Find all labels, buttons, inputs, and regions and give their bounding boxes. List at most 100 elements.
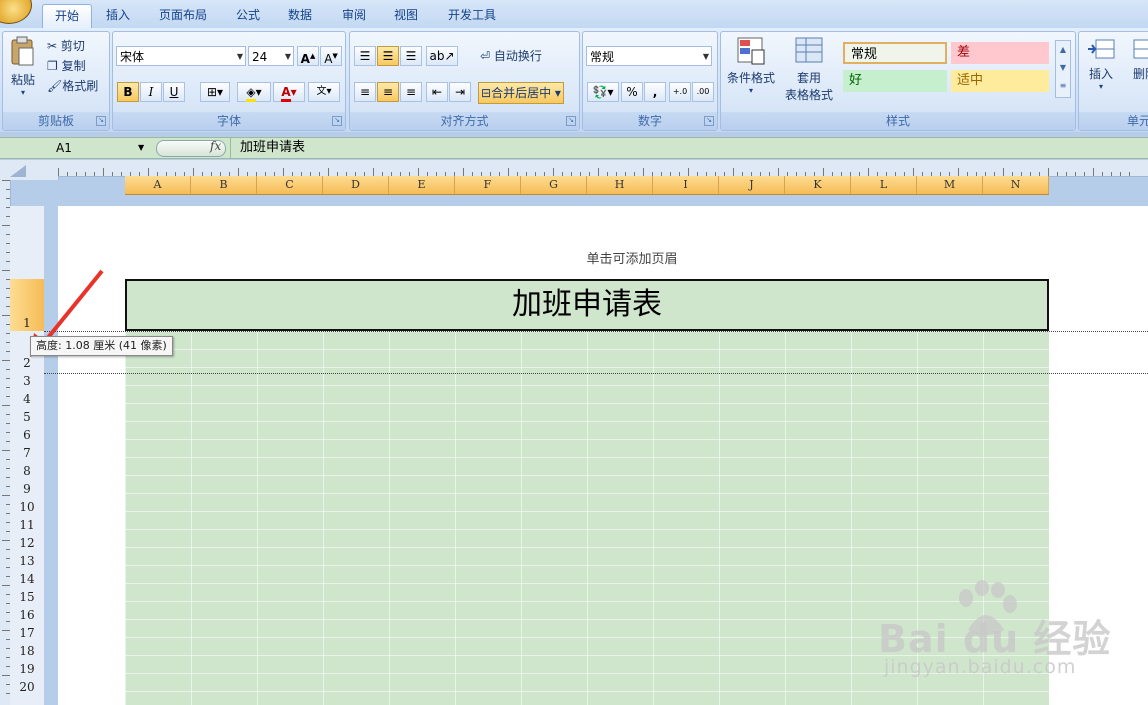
column-header[interactable]: J [719, 176, 785, 194]
row-header[interactable]: 11 [10, 518, 44, 532]
row-header[interactable]: 5 [10, 410, 44, 424]
column-header[interactable]: N [983, 176, 1049, 194]
borders-button[interactable]: ⊞▾ [200, 82, 230, 102]
column-header[interactable]: K [785, 176, 851, 194]
office-button[interactable] [0, 0, 32, 24]
tab-page-layout[interactable]: 页面布局 [147, 4, 219, 28]
insert-cells-label: 插入 [1088, 67, 1113, 81]
merge-center-button[interactable]: ⊟合并后居中 ▾ [478, 82, 564, 104]
ruler-tick [1129, 172, 1130, 176]
row-header[interactable]: 10 [10, 500, 44, 514]
column-header[interactable]: A [125, 176, 191, 194]
style-neutral[interactable]: 适中 [951, 70, 1049, 92]
name-box[interactable]: A1 ▼ [0, 138, 150, 158]
style-good[interactable]: 好 [843, 70, 947, 92]
increase-indent-button[interactable]: ⇥ [449, 82, 471, 102]
align-center-button[interactable]: ≡ [377, 82, 399, 102]
row-header[interactable]: 7 [10, 446, 44, 460]
ruler-tick [2, 180, 10, 181]
format-as-table-button[interactable]: 套用 表格格式 [779, 36, 839, 103]
row-header[interactable]: 17 [10, 626, 44, 640]
column-header[interactable]: H [587, 176, 653, 194]
conditional-formatting-button[interactable]: 条件格式 ▾ [725, 36, 777, 95]
decrease-decimal-button[interactable]: .00 [692, 82, 714, 102]
insert-cells-button[interactable]: 插入 ▾ [1083, 36, 1119, 91]
row-header[interactable]: 12 [10, 536, 44, 550]
decrease-indent-button[interactable]: ⇤ [426, 82, 448, 102]
column-header[interactable]: B [191, 176, 257, 194]
align-right-button[interactable]: ≡ [400, 82, 422, 102]
row-header[interactable]: 19 [10, 662, 44, 676]
column-header[interactable]: F [455, 176, 521, 194]
delete-cells-button[interactable]: 删除 [1127, 36, 1148, 82]
orientation-button[interactable]: ab↗ [426, 46, 458, 66]
row-header[interactable]: 4 [10, 392, 44, 406]
column-header[interactable]: G [521, 176, 587, 194]
align-bottom-button[interactable]: ☰ [400, 46, 422, 66]
column-headers: ABCDEFGHIJKLMN [125, 176, 1049, 195]
tab-review[interactable]: 审阅 [330, 4, 378, 28]
font-size-select[interactable]: 24 ▼ [248, 46, 294, 66]
underline-button[interactable]: U [163, 82, 185, 102]
row-header[interactable]: 16 [10, 608, 44, 622]
alignment-dialog-launcher[interactable]: ↘ [566, 116, 576, 126]
row-header[interactable]: 18 [10, 644, 44, 658]
column-header[interactable]: C [257, 176, 323, 194]
cut-button[interactable]: ✂ 剪切 [47, 36, 85, 56]
fill-color-button[interactable]: ◈▾ [237, 82, 271, 102]
row-header[interactable]: 14 [10, 572, 44, 586]
column-header[interactable]: D [323, 176, 389, 194]
row-header[interactable]: 8 [10, 464, 44, 478]
column-header[interactable]: M [917, 176, 983, 194]
title-cell-a1[interactable]: 加班申请表 [125, 279, 1049, 331]
select-all-corner[interactable] [0, 160, 59, 180]
font-name-select[interactable]: 宋体 ▼ [116, 46, 246, 66]
column-header[interactable]: L [851, 176, 917, 194]
font-color-button[interactable]: A▾ [273, 82, 305, 102]
increase-decimal-button[interactable]: +.0 [669, 82, 691, 102]
wrap-text-button[interactable]: ⏎ 自动换行 [480, 46, 542, 66]
number-dialog-launcher[interactable]: ↘ [704, 116, 714, 126]
ruler-tick [2, 675, 10, 676]
row-header[interactable]: 6 [10, 428, 44, 442]
format-painter-button[interactable]: 🖌格式刷 [47, 76, 98, 96]
style-bad[interactable]: 差 [951, 42, 1049, 64]
style-normal[interactable]: 常规 [843, 42, 947, 64]
accounting-format-button[interactable]: 💱▾ [587, 82, 619, 102]
align-middle-button[interactable]: ☰ [377, 46, 399, 66]
clipboard-dialog-launcher[interactable]: ↘ [96, 116, 106, 126]
tab-formulas[interactable]: 公式 [224, 4, 272, 28]
italic-button[interactable]: I [140, 82, 162, 102]
column-header[interactable]: I [653, 176, 719, 194]
column-header[interactable]: E [389, 176, 455, 194]
insert-function-icon[interactable]: fx [210, 139, 221, 153]
font-color-icon: A [281, 85, 291, 102]
formula-input[interactable]: 加班申请表 [240, 138, 305, 158]
number-format-select[interactable]: 常规 ▼ [586, 46, 712, 66]
copy-button[interactable]: ❐ 复制 [47, 56, 86, 76]
row-header[interactable]: 13 [10, 554, 44, 568]
ruler-tick [373, 168, 374, 176]
tab-developer[interactable]: 开发工具 [436, 4, 508, 28]
percent-style-button[interactable]: % [621, 82, 643, 102]
row-header[interactable]: 15 [10, 590, 44, 604]
tab-insert[interactable]: 插入 [94, 4, 142, 28]
header-placeholder[interactable]: 单击可添加页眉 [58, 248, 1148, 267]
comma-style-button[interactable]: , [644, 82, 666, 102]
tab-data[interactable]: 数据 [276, 4, 324, 28]
tab-home[interactable]: 开始 [42, 4, 93, 29]
bold-button[interactable]: B [117, 82, 139, 102]
align-left-button[interactable]: ≡ [354, 82, 376, 102]
phonetic-guide-button[interactable]: 文▾ [308, 82, 340, 102]
grow-font-button[interactable]: A▲ [297, 46, 319, 66]
paste-button[interactable]: 粘贴 ▾ [7, 36, 39, 106]
row-boundary-line [44, 331, 1148, 332]
font-dialog-launcher[interactable]: ↘ [332, 116, 342, 126]
tab-view[interactable]: 视图 [382, 4, 430, 28]
styles-gallery-scroll[interactable]: ▲ ▼ ≡ [1055, 40, 1071, 98]
align-top-button[interactable]: ☰ [354, 46, 376, 66]
row-header[interactable]: 3 [10, 374, 44, 388]
shrink-font-button[interactable]: A▼ [320, 46, 342, 66]
row-header[interactable]: 9 [10, 482, 44, 496]
row-header[interactable]: 20 [10, 680, 44, 694]
